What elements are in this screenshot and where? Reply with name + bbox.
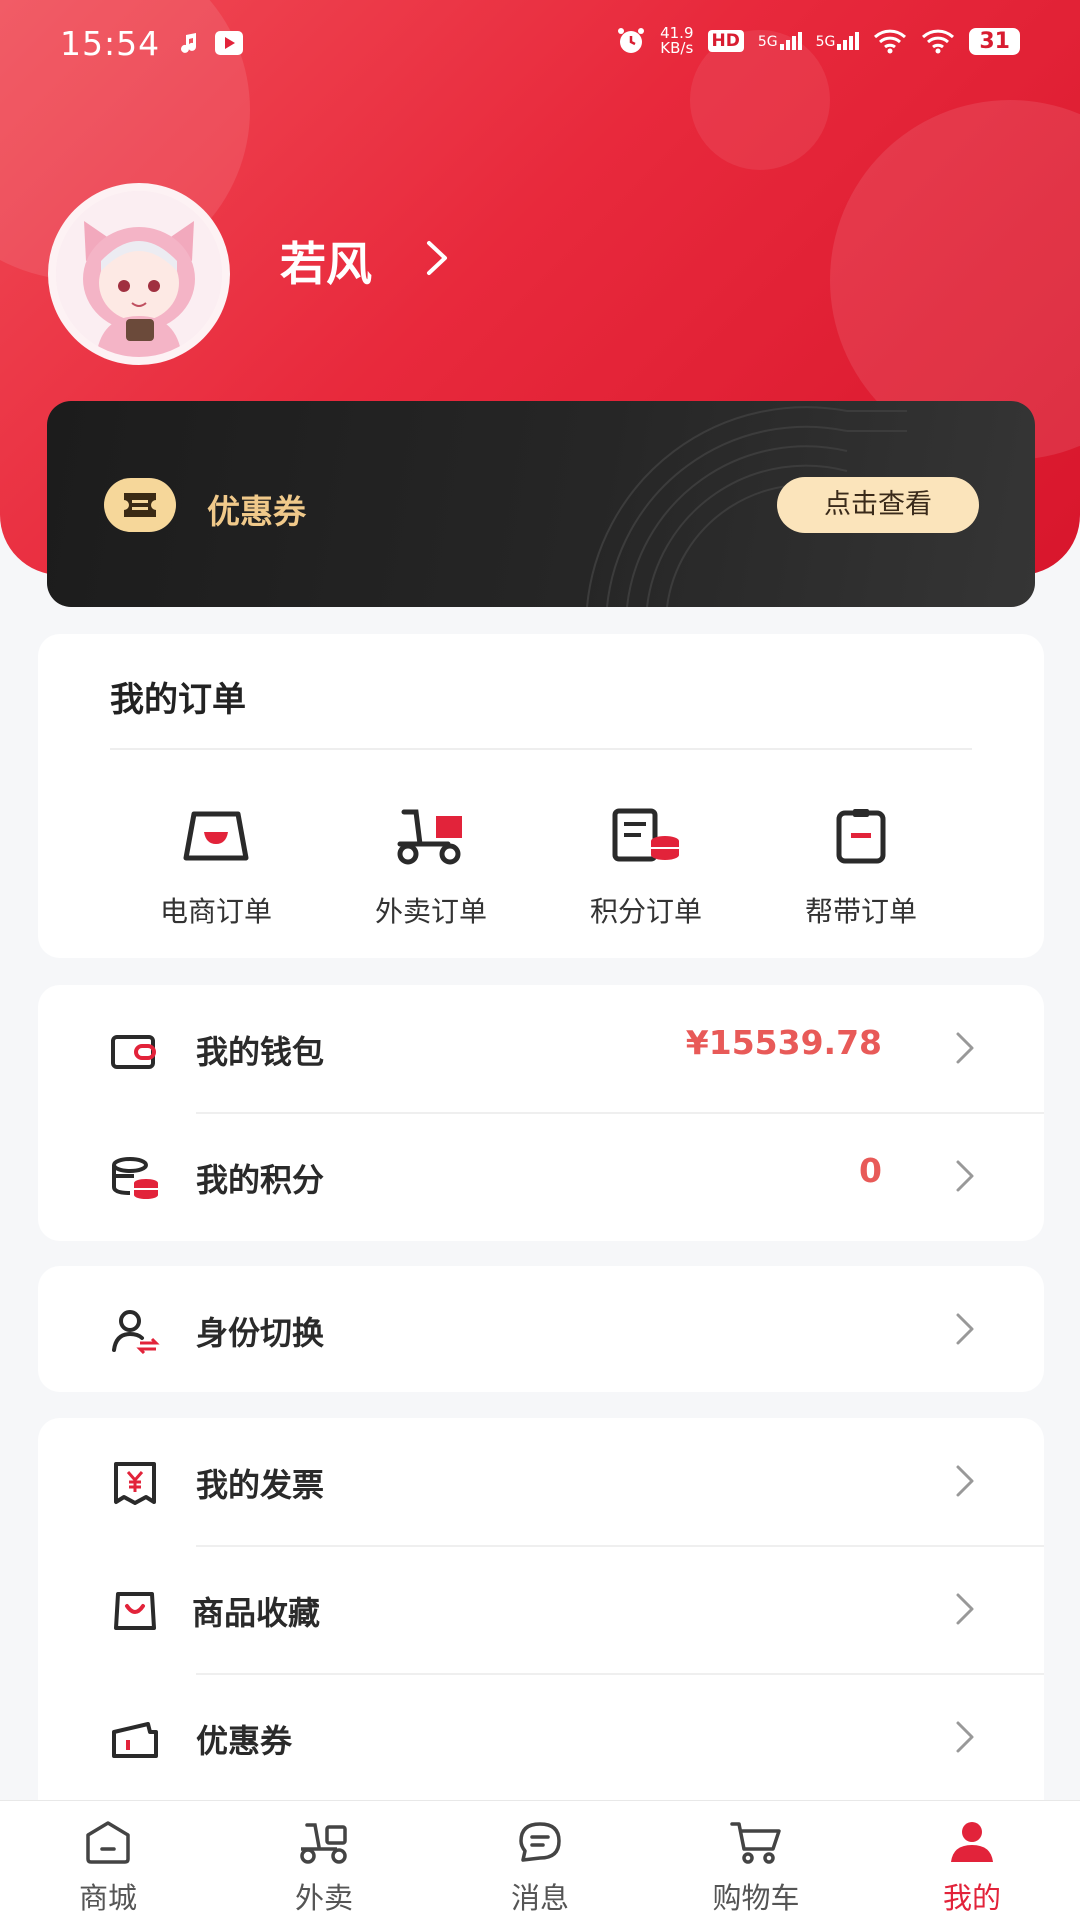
wifi-icon — [874, 29, 907, 54]
wallet-balance: ¥15539.78 — [685, 1023, 882, 1062]
mall-icon — [86, 1821, 130, 1864]
chevron-right-icon — [956, 1032, 974, 1064]
scooter-icon — [300, 1823, 347, 1864]
bottom-nav: 商城 外卖 消息 购物车 我的 — [0, 1800, 1080, 1920]
cart-icon — [730, 1822, 781, 1864]
nav-messages[interactable]: 消息 — [432, 1801, 648, 1920]
video-app-icon — [215, 31, 243, 55]
nav-cart[interactable]: 购物车 — [648, 1801, 864, 1920]
favorites-bag-icon — [114, 1592, 156, 1630]
view-coupons-button[interactable]: 点击查看 — [777, 477, 979, 533]
order-delivery[interactable]: 外卖订单 — [331, 804, 531, 930]
user-switch-icon — [112, 1310, 160, 1354]
clipboard-icon — [836, 809, 886, 864]
coupon-row[interactable]: 优惠券 — [38, 1674, 1044, 1802]
identity-card: 身份切换 — [38, 1266, 1044, 1392]
chevron-right-icon — [956, 1721, 974, 1753]
wallet-icon — [111, 1035, 156, 1069]
orders-title: 我的订单 — [110, 680, 246, 720]
user-icon — [951, 1822, 993, 1862]
points-balance: 0 — [859, 1151, 882, 1190]
username[interactable]: 若风 — [280, 228, 372, 294]
points-receipt-icon — [612, 808, 679, 862]
hd-badge: HD — [707, 30, 744, 52]
chevron-right-icon — [956, 1313, 974, 1345]
nav-takeout[interactable]: 外卖 — [216, 1801, 432, 1920]
ticket-icon — [104, 478, 176, 532]
status-time: 15:54 — [60, 24, 161, 63]
coupon-banner-title: 优惠券 — [207, 492, 306, 531]
misc-card: 我的发票 商品收藏 优惠券 — [38, 1418, 1044, 1800]
avatar-illustration-icon — [56, 191, 222, 357]
favorites-row[interactable]: 商品收藏 — [38, 1546, 1044, 1674]
invoice-row[interactable]: 我的发票 — [38, 1418, 1044, 1546]
nav-mine[interactable]: 我的 — [864, 1801, 1080, 1920]
order-errand[interactable]: 帮带订单 — [761, 804, 961, 930]
signal-bars-icon — [779, 32, 802, 50]
chevron-right-icon[interactable] — [424, 238, 450, 278]
chevron-right-icon — [956, 1593, 974, 1625]
wallet-row[interactable]: 我的钱包 ¥15539.78 — [38, 985, 1044, 1113]
chevron-right-icon — [956, 1160, 974, 1192]
music-note-icon — [181, 33, 196, 53]
shop-bag-icon — [183, 811, 249, 861]
status-bar: 15:54 41.9 KB/s HD 5G 5G 31 — [0, 0, 1080, 92]
signal-bars-icon — [837, 32, 860, 50]
order-points[interactable]: 积分订单 — [546, 804, 746, 930]
identity-switch-row[interactable]: 身份切换 — [38, 1266, 1044, 1394]
coupon-banner[interactable]: 优惠券 点击查看 — [47, 401, 1035, 607]
orders-card: 我的订单 电商订单 外卖订单 积分订单 帮带订单 — [38, 634, 1044, 958]
wallet-card: 我的钱包 ¥15539.78 我的积分 0 — [38, 985, 1044, 1241]
signal-5g-2: 5G — [816, 32, 860, 50]
delivery-scooter-icon — [397, 809, 462, 865]
chevron-right-icon — [956, 1465, 974, 1497]
message-icon — [519, 1822, 561, 1862]
coupon-icon — [112, 1722, 158, 1758]
alarm-icon — [618, 28, 645, 53]
avatar[interactable] — [48, 183, 230, 365]
signal-5g-1: 5G — [758, 32, 802, 50]
nav-mall[interactable]: 商城 — [0, 1801, 216, 1920]
order-ecommerce[interactable]: 电商订单 — [116, 804, 316, 930]
wifi-icon — [922, 29, 955, 54]
points-coins-icon — [112, 1157, 158, 1199]
battery-indicator: 31 — [969, 27, 1020, 55]
net-speed: 41.9 KB/s — [660, 24, 694, 57]
points-row[interactable]: 我的积分 0 — [38, 1113, 1044, 1241]
divider — [110, 748, 972, 750]
invoice-icon — [114, 1462, 156, 1505]
